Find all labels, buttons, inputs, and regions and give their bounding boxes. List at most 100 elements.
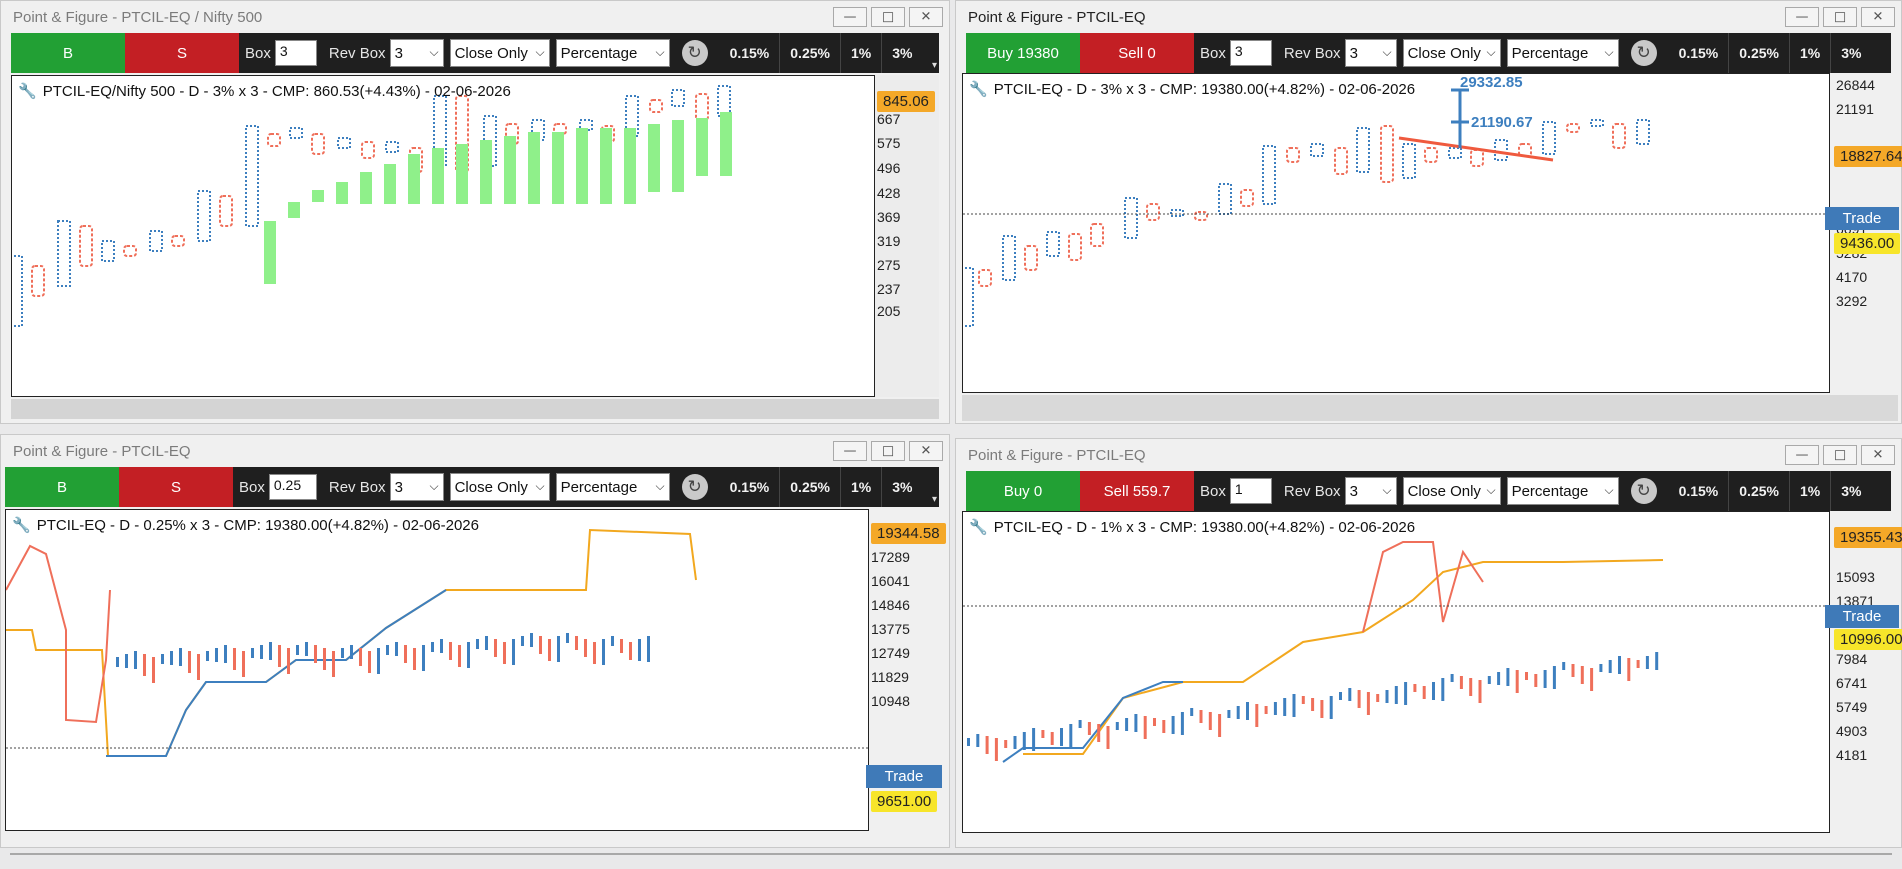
refresh-button[interactable]: ↻: [1630, 478, 1657, 504]
x-column: [1171, 716, 1175, 734]
method-select[interactable]: Percentage ⌵: [1506, 39, 1619, 67]
preset-3-button[interactable]: 3%: [881, 33, 922, 73]
preset-1-button[interactable]: 1%: [839, 33, 881, 73]
x-column: [395, 642, 398, 656]
buy-button[interactable]: Buy 19380: [966, 33, 1080, 73]
chart-area[interactable]: 🔧 PTCIL-EQ - D - 3% x 3 - CMP: 19380.00(+…: [962, 73, 1830, 393]
wrench-icon[interactable]: 🔧: [18, 82, 37, 100]
preset-1-button[interactable]: 1%: [839, 467, 881, 507]
chart-area[interactable]: 🔧 PTCIL-EQ - D - 1% x 3 - CMP: 19380.00(+…: [962, 511, 1830, 833]
chart-area[interactable]: 🔧 PTCIL-EQ - D - 0.25% x 3 - CMP: 19380.0…: [5, 509, 869, 831]
close-button[interactable]: ✕: [909, 7, 943, 27]
preset-3-button[interactable]: 3%: [881, 467, 922, 507]
horizontal-scrollbar[interactable]: [962, 395, 1898, 421]
preset-0-25-button[interactable]: 0.25%: [779, 467, 840, 507]
x-column: [557, 636, 560, 662]
price-mode-select[interactable]: Close Only ⌵: [1402, 477, 1501, 505]
x-column: [1590, 119, 1604, 127]
sell-button[interactable]: Sell 0: [1080, 33, 1194, 73]
box-size-input[interactable]: 3: [1229, 40, 1272, 66]
price-mode-select[interactable]: Close Only ⌵: [449, 39, 550, 67]
refresh-button[interactable]: ↻: [1630, 40, 1657, 66]
maximize-button[interactable]: □: [1823, 7, 1857, 27]
wrench-icon[interactable]: 🔧: [12, 516, 31, 534]
stop-line: [1023, 559, 1664, 755]
method-select[interactable]: Percentage ⌵: [555, 39, 670, 67]
window-titlebar[interactable]: Point & Figure - PTCIL-EQ — □ ✕: [1, 435, 949, 467]
buy-button[interactable]: B: [11, 33, 125, 73]
price-mode-select[interactable]: Close Only ⌵: [1402, 39, 1501, 67]
window-titlebar[interactable]: Point & Figure - PTCIL-EQ — □ ✕: [956, 1, 1901, 33]
chart-toolbar: Buy 19380 Sell 0 Box 3 Rev Box 3 ⌵ Close …: [966, 33, 1891, 73]
method-select[interactable]: Percentage ⌵: [555, 473, 670, 501]
trade-button[interactable]: Trade: [1825, 207, 1899, 230]
buy-button[interactable]: Buy 0: [966, 471, 1080, 511]
box-size-input[interactable]: 3: [274, 40, 317, 66]
rev-box-select[interactable]: 3 ⌵: [389, 473, 444, 501]
price-mode-value: Close Only: [1407, 482, 1481, 500]
scroll-down-icon[interactable]: ▾: [932, 494, 937, 505]
chart-title-text: PTCIL-EQ - D - 1% x 3 - CMP: 19380.00(+4…: [993, 519, 1416, 536]
preset-0-15-button[interactable]: 0.15%: [720, 33, 780, 73]
price-axis-tick: 369: [877, 209, 901, 225]
rev-box-select[interactable]: 3 ⌵: [1344, 477, 1397, 505]
close-button[interactable]: ✕: [1861, 445, 1895, 465]
sell-button[interactable]: S: [119, 467, 233, 507]
preset-0-15-button[interactable]: 0.15%: [1669, 33, 1729, 73]
buy-button[interactable]: B: [5, 467, 119, 507]
chevron-down-icon: ⌵: [1604, 483, 1614, 497]
method-select[interactable]: Percentage ⌵: [1506, 477, 1619, 505]
close-icon: ✕: [920, 443, 932, 459]
maximize-button[interactable]: □: [871, 441, 905, 461]
preset-0-25-button[interactable]: 0.25%: [779, 33, 840, 73]
o-column: [1301, 696, 1305, 704]
sell-button[interactable]: S: [125, 33, 239, 73]
x-column: [197, 190, 211, 242]
preset-0-15-button[interactable]: 0.15%: [1669, 471, 1729, 511]
x-column: [485, 636, 488, 650]
trend-line: [1398, 136, 1554, 162]
wrench-icon[interactable]: 🔧: [969, 80, 988, 98]
o-column: [152, 657, 155, 683]
minimize-button[interactable]: —: [833, 441, 867, 461]
preset-0-25-button[interactable]: 0.25%: [1728, 33, 1789, 73]
preset-3-button[interactable]: 3%: [1830, 33, 1871, 73]
trade-button[interactable]: Trade: [1825, 605, 1899, 628]
chart-title-text: PTCIL-EQ - D - 3% x 3 - CMP: 19380.00(+4…: [993, 81, 1416, 98]
maximize-button[interactable]: □: [871, 7, 905, 27]
minimize-button[interactable]: —: [833, 7, 867, 27]
x-column: [1273, 702, 1277, 715]
wrench-icon[interactable]: 🔧: [969, 518, 988, 536]
o-column: [1041, 730, 1045, 738]
x-column: [1115, 722, 1119, 730]
minimize-button[interactable]: —: [1785, 7, 1819, 27]
x-column: [170, 651, 173, 665]
preset-1-button[interactable]: 1%: [1788, 33, 1830, 73]
sell-button[interactable]: Sell 559.7: [1080, 471, 1194, 511]
scroll-down-icon[interactable]: ▾: [932, 60, 937, 71]
window-titlebar[interactable]: Point & Figure - PTCIL-EQ / Nifty 500 — …: [1, 1, 949, 33]
chart-area[interactable]: 🔧 PTCIL-EQ/Nifty 500 - D - 3% x 3 - CMP: …: [11, 75, 875, 397]
trade-button[interactable]: Trade: [866, 765, 942, 788]
box-size-input[interactable]: 1: [1229, 478, 1272, 504]
preset-1-button[interactable]: 1%: [1788, 471, 1830, 511]
preset-0-25-button[interactable]: 0.25%: [1728, 471, 1789, 511]
box-size-input[interactable]: 0.25: [268, 474, 317, 500]
close-button[interactable]: ✕: [1861, 7, 1895, 27]
x-column: [1636, 119, 1650, 145]
price-mode-select[interactable]: Close Only ⌵: [449, 473, 550, 501]
preset-3-button[interactable]: 3%: [1830, 471, 1871, 511]
box-label: Box: [1200, 44, 1226, 62]
minimize-icon: —: [1795, 447, 1809, 463]
refresh-button[interactable]: ↻: [681, 474, 708, 500]
refresh-button[interactable]: ↻: [681, 40, 708, 66]
horizontal-scrollbar[interactable]: [11, 399, 939, 419]
minimize-button[interactable]: —: [1785, 445, 1819, 465]
x-column: [1385, 690, 1389, 703]
close-button[interactable]: ✕: [909, 441, 943, 461]
preset-0-15-button[interactable]: 0.15%: [720, 467, 780, 507]
rev-box-select[interactable]: 3 ⌵: [389, 39, 444, 67]
maximize-button[interactable]: □: [1823, 445, 1857, 465]
rev-box-select[interactable]: 3 ⌵: [1344, 39, 1397, 67]
window-titlebar[interactable]: Point & Figure - PTCIL-EQ — □ ✕: [956, 439, 1901, 471]
